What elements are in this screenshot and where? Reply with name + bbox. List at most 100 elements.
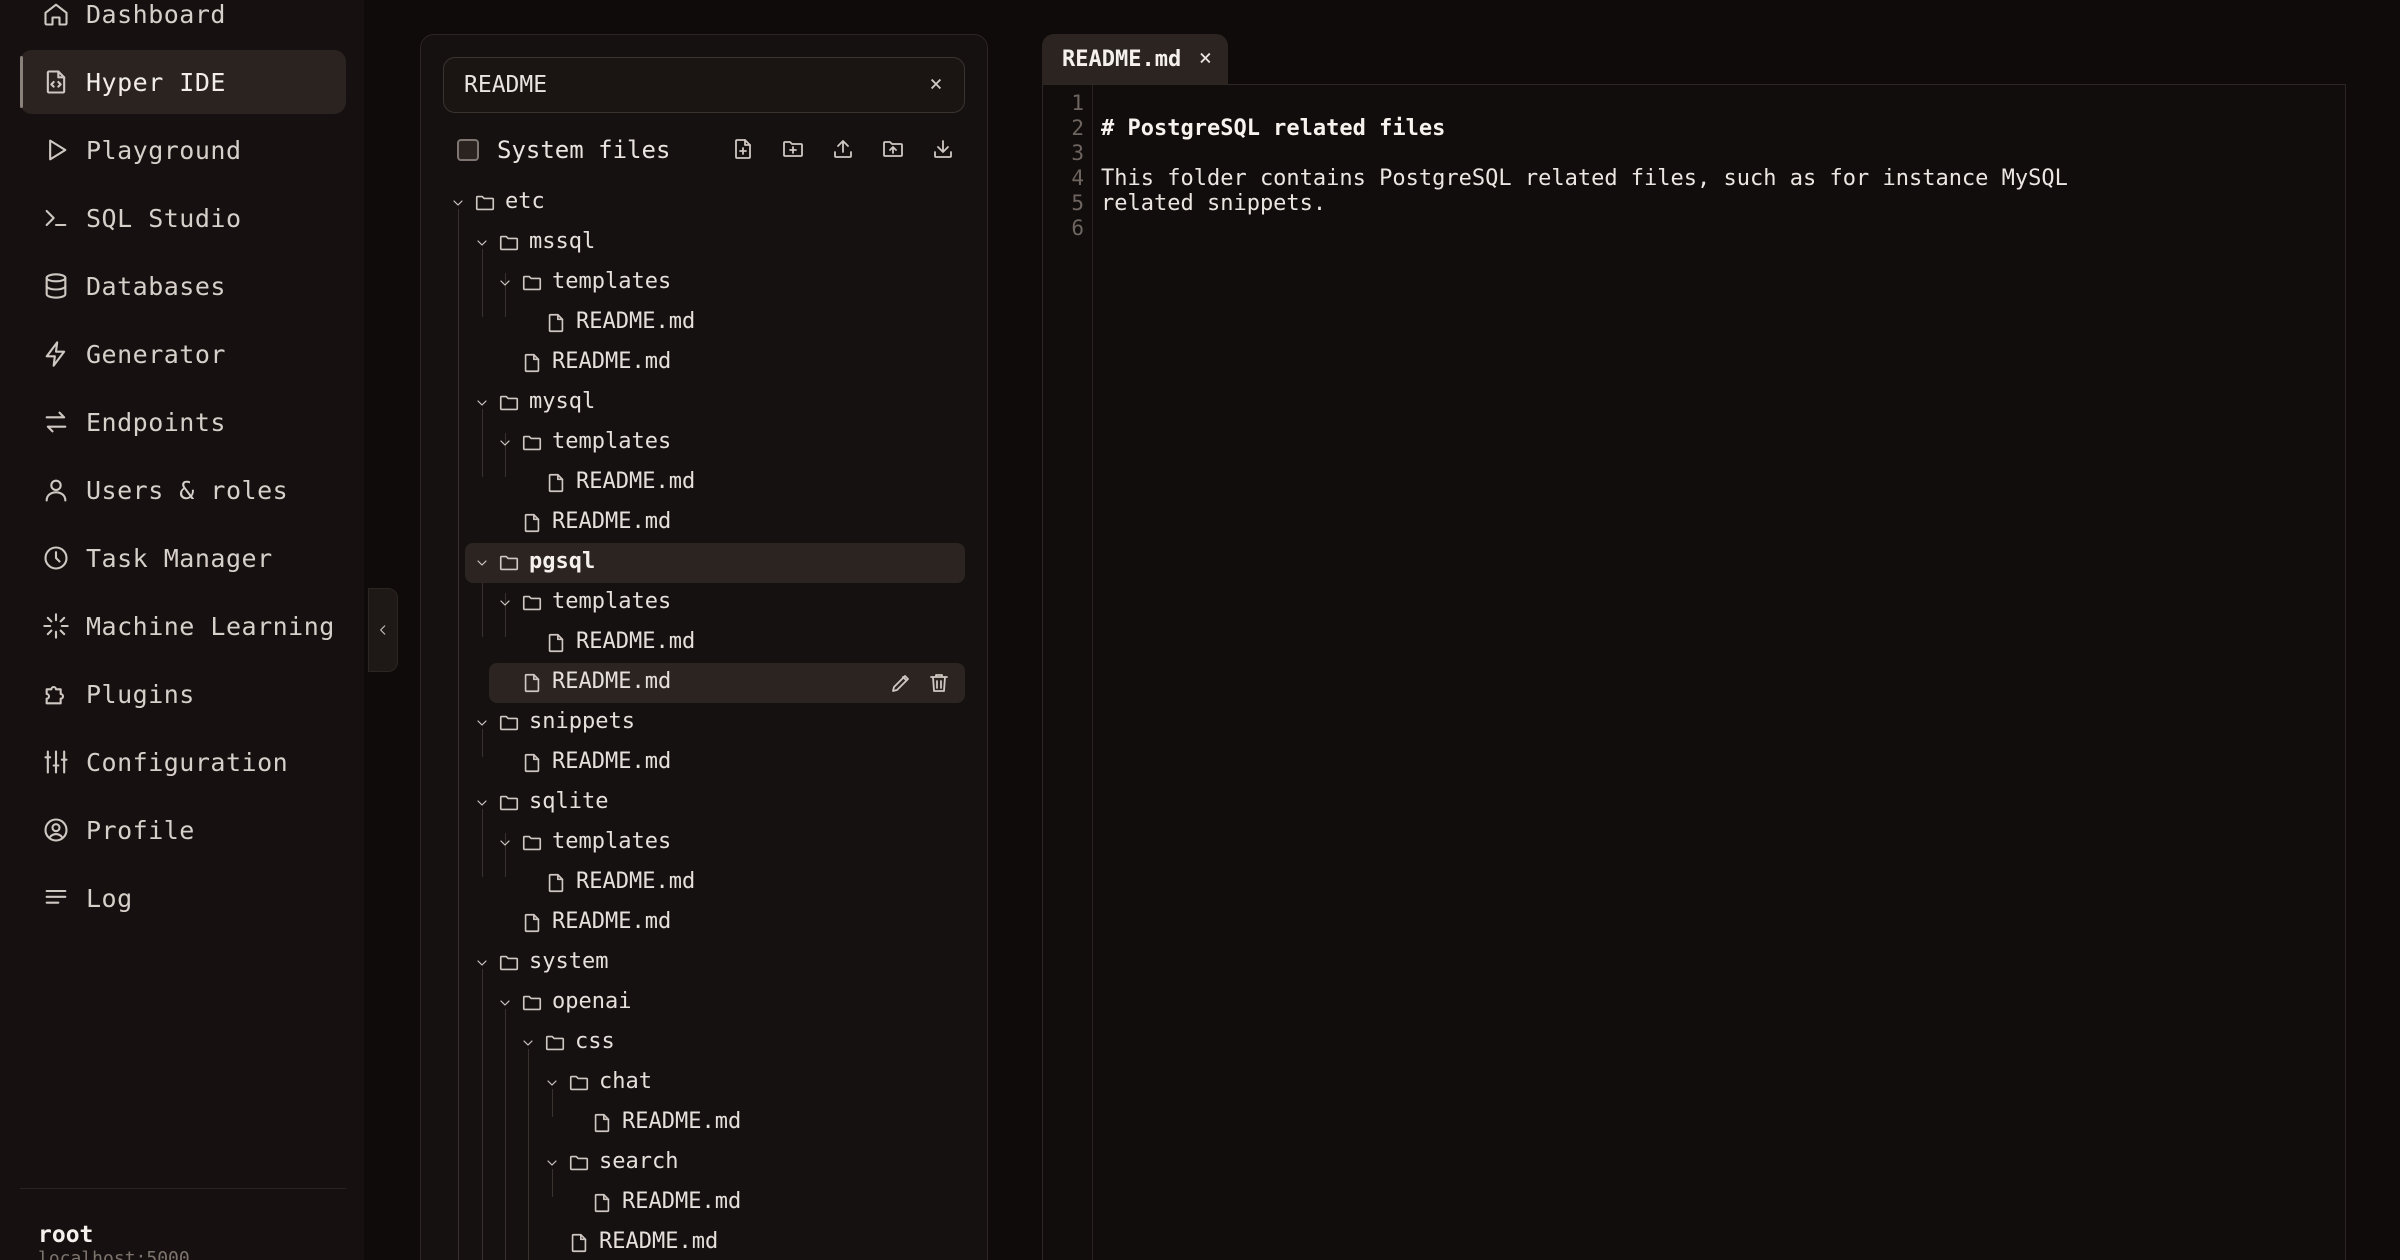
tree-label: README.md [622, 1189, 742, 1214]
tree-folder-templates[interactable]: templates [421, 823, 989, 863]
tree-folder-etc[interactable]: etc [421, 183, 989, 223]
upload-button[interactable] [829, 135, 857, 163]
nav-item-plugins[interactable]: Plugins [20, 662, 346, 726]
tab-label: README.md [1062, 46, 1182, 72]
nav-item-hyper-ide[interactable]: Hyper IDE [20, 50, 346, 114]
nav-item-endpoints[interactable]: Endpoints [20, 390, 346, 454]
lightning-icon [45, 341, 66, 367]
nav-label: Dashboard [86, 0, 226, 29]
sidebar-divider [20, 1188, 346, 1189]
tree-folder-search[interactable]: search [421, 1143, 989, 1183]
chevron-down-icon [500, 1000, 510, 1006]
search-input[interactable] [464, 58, 904, 112]
nav-label: Configuration [86, 747, 289, 777]
clear-search-button[interactable]: × [924, 72, 948, 97]
new-file-button[interactable] [729, 135, 757, 163]
tree-file-readme[interactable]: README.md [421, 1183, 989, 1223]
collapse-sidebar-button[interactable] [368, 588, 398, 672]
tree-folder-templates[interactable]: templates [421, 423, 989, 463]
tree-label: README.md [552, 749, 672, 774]
chevron-down-icon [500, 280, 510, 286]
tree-file-readme[interactable]: README.md [421, 1103, 989, 1143]
file-icon [524, 753, 540, 773]
folder-icon [499, 955, 519, 971]
tree-folder-openai[interactable]: openai [421, 983, 989, 1023]
tree-file-readme[interactable]: README.md [421, 303, 989, 343]
tree-file-readme[interactable]: README.md [421, 903, 989, 943]
system-files-toggle[interactable]: System files [457, 133, 670, 167]
tree-folder-css[interactable]: css [421, 1023, 989, 1063]
nav-item-sql-studio[interactable]: SQL Studio [20, 186, 346, 250]
new-folder-icon [783, 141, 803, 157]
nav-item-playground[interactable]: Playground [20, 118, 346, 182]
pencil-icon[interactable] [889, 671, 913, 695]
nav-item-task-manager[interactable]: Task Manager [20, 526, 346, 590]
line-number-gutter: 1 2 3 4 5 6 [1043, 85, 1093, 1260]
line-number: 2 [1071, 116, 1084, 140]
tree-folder-chat[interactable]: chat [421, 1063, 989, 1103]
nav-item-databases[interactable]: Databases [20, 254, 346, 318]
line-number: 3 [1071, 141, 1084, 165]
search-box: × [443, 57, 965, 113]
folder-icon [522, 995, 542, 1011]
tree-label: templates [552, 589, 672, 614]
tree-file-readme[interactable]: README.md [421, 863, 989, 903]
chevron-down-icon [477, 720, 487, 726]
tree-file-readme[interactable]: README.md [421, 743, 989, 783]
folder-icon [499, 235, 519, 251]
chevron-down-icon [523, 1040, 533, 1046]
tree-label: README.md [576, 469, 696, 494]
folder-icon [522, 595, 542, 611]
upload-icon [834, 140, 852, 158]
trash-icon[interactable] [927, 671, 951, 695]
chevron-down-icon [500, 600, 510, 606]
tree-folder-templates[interactable]: templates [421, 583, 989, 623]
code-editor[interactable]: 1 2 3 4 5 6 # PostgreSQL related files T… [1042, 84, 2346, 1260]
nav-item-configuration[interactable]: Configuration [20, 730, 346, 794]
tree-folder-mssql[interactable]: mssql [421, 223, 989, 263]
user-name: root [38, 1222, 94, 1248]
folder-icon [569, 1155, 589, 1171]
file-explorer: × System files [420, 34, 988, 1260]
nav-label: Profile [86, 815, 195, 845]
tree-file-readme[interactable]: README.md [421, 463, 989, 503]
tree-label: README.md [552, 349, 672, 374]
chevron-down-icon [453, 200, 463, 206]
tree-folder-snippets[interactable]: snippets [421, 703, 989, 743]
tree-file-readme-active[interactable]: README.md [421, 663, 989, 703]
clock-icon [44, 546, 68, 570]
tree-file-readme[interactable]: README.md [421, 623, 989, 663]
folder-icon [522, 835, 542, 851]
download-icon [934, 140, 952, 158]
tree-folder-mysql[interactable]: mysql [421, 383, 989, 423]
line-number: 6 [1071, 216, 1084, 240]
tree-folder-pgsql[interactable]: pgsql [421, 543, 989, 583]
sliders-icon [44, 750, 68, 774]
tree-file-readme[interactable]: README.md [421, 503, 989, 543]
import-folder-button[interactable] [879, 135, 907, 163]
tree-folder-system[interactable]: system [421, 943, 989, 983]
nav-item-dashboard[interactable]: Dashboard [20, 0, 346, 46]
chevron-down-icon [500, 840, 510, 846]
arrows-icon [45, 411, 67, 433]
tree-label: README.md [576, 869, 696, 894]
tree-file-readme[interactable]: README.md [421, 1223, 989, 1260]
file-icon [594, 1113, 610, 1133]
nav-item-machine-learning[interactable]: Machine Learning [20, 594, 346, 658]
tree-folder-sqlite[interactable]: sqlite [421, 783, 989, 823]
line-number: 1 [1071, 91, 1084, 115]
nav-item-profile[interactable]: Profile [20, 798, 346, 862]
new-folder-button[interactable] [779, 135, 807, 163]
close-tab-button[interactable]: × [1199, 46, 1212, 71]
editor-tab-readme[interactable]: README.md × [1042, 34, 1228, 84]
tree-file-readme[interactable]: README.md [421, 343, 989, 383]
nav-item-users-roles[interactable]: Users & roles [20, 458, 346, 522]
nav-item-log[interactable]: Log [20, 866, 346, 930]
system-files-checkbox[interactable] [457, 139, 479, 161]
tree-label: README.md [576, 629, 696, 654]
download-button[interactable] [929, 135, 957, 163]
file-icon [524, 913, 540, 933]
tree-folder-templates[interactable]: templates [421, 263, 989, 303]
line-number: 4 [1071, 166, 1084, 190]
nav-item-generator[interactable]: Generator [20, 322, 346, 386]
